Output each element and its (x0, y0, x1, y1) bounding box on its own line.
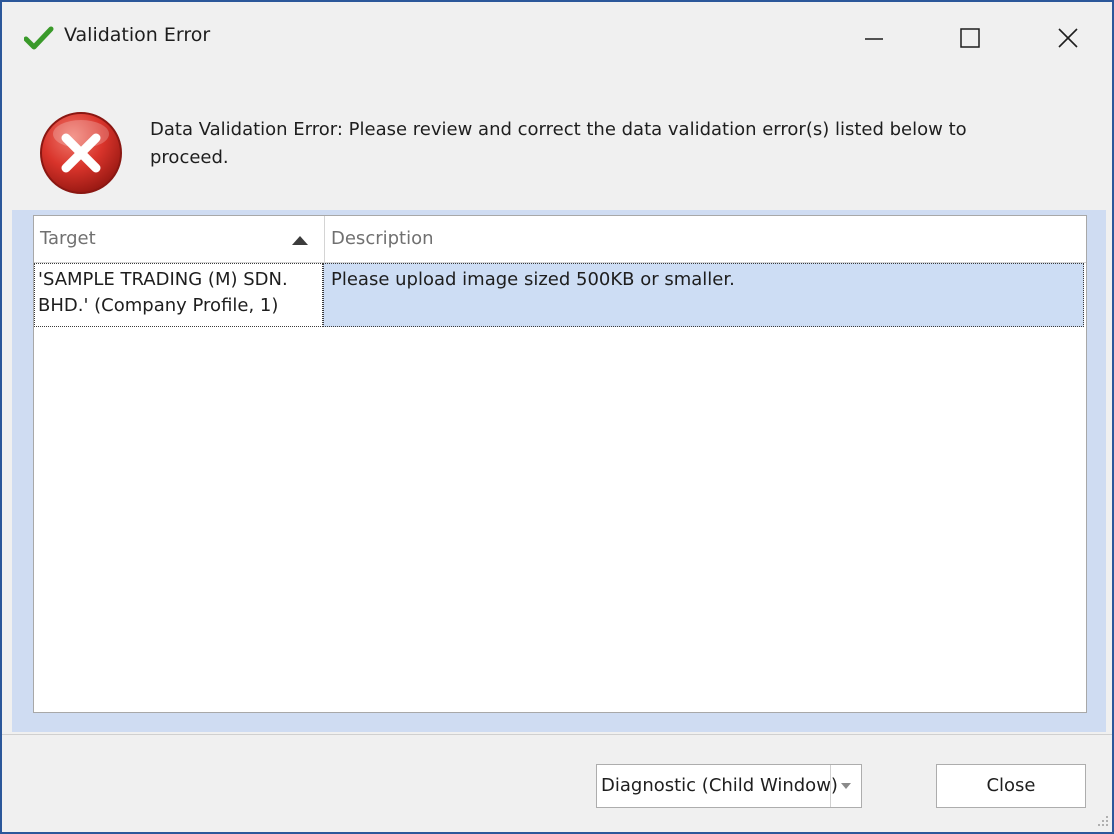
column-header-label: Target (40, 228, 96, 249)
window-title: Validation Error (64, 24, 211, 46)
close-icon (1058, 28, 1078, 48)
title-bar[interactable]: Validation Error (2, 2, 1112, 70)
error-icon (38, 110, 124, 196)
maximize-button[interactable] (942, 16, 998, 60)
column-header-description[interactable]: Description (324, 216, 1087, 262)
cell-description[interactable]: Please upload image sized 500KB or small… (323, 263, 1084, 327)
close-window-button[interactable] (1040, 16, 1096, 60)
validation-grid[interactable]: Target Description 'SAMPLE TRADING (M) S… (33, 215, 1087, 713)
column-header-label: Description (331, 228, 434, 249)
diagnostic-mode-select[interactable]: Diagnostic (Child Window) (596, 764, 862, 808)
column-header-target[interactable]: Target (34, 216, 328, 262)
chevron-down-icon (841, 783, 851, 789)
error-message: Data Validation Error: Please review and… (150, 119, 967, 168)
table-row[interactable]: 'SAMPLE TRADING (M) SDN. BHD.' (Company … (34, 263, 1086, 329)
select-value: Diagnostic (Child Window) (601, 775, 838, 796)
minimize-button[interactable] (846, 16, 902, 60)
validation-error-dialog: Validation Error Data Validation Error: … (0, 0, 1114, 834)
checkmark-icon (23, 26, 54, 50)
resize-grip-icon[interactable] (1096, 814, 1110, 828)
footer-separator (2, 734, 1112, 735)
cell-target[interactable]: 'SAMPLE TRADING (M) SDN. BHD.' (Company … (34, 263, 323, 327)
sort-ascending-icon (292, 236, 308, 245)
maximize-icon (960, 28, 980, 48)
close-button[interactable]: Close (936, 764, 1086, 808)
dropdown-button[interactable] (830, 765, 861, 807)
grid-header: Target Description (34, 216, 1086, 263)
grid-frame: Target Description 'SAMPLE TRADING (M) S… (12, 210, 1106, 732)
minimize-icon (865, 38, 883, 40)
